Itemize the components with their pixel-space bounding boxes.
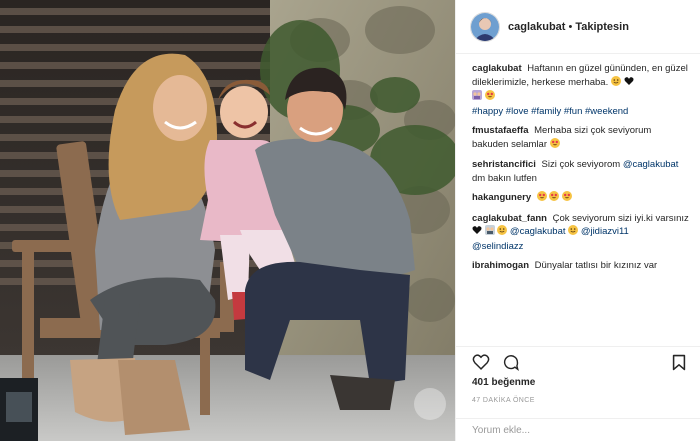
follow-status-button[interactable]: Takiptesin [575, 21, 629, 33]
smile-emoji-icon [497, 225, 508, 240]
comment: ibrahimogan Dünyalar tatlısı bir kızınız… [472, 259, 690, 273]
add-comment-bar [456, 418, 700, 442]
comment-username[interactable]: caglakubat [472, 63, 522, 74]
comment-text-continued: dm bakın lutfen [472, 172, 537, 184]
caption-hashtags[interactable]: #happy #love #family #fun #weekend [472, 106, 628, 117]
comment-mention[interactable]: @caglakubat [623, 159, 679, 170]
comment: fmustafaeffa Merhaba sizi çok seviyorum … [472, 124, 690, 152]
heart-eyes-emoji-icon [562, 191, 573, 206]
comment-username[interactable]: fmustafaeffa [472, 125, 529, 136]
comment-username[interactable]: hakangunery [472, 192, 531, 203]
comment-mention[interactable]: @jidiazvi11 [581, 226, 629, 237]
comment-mention[interactable]: @caglakubat [510, 226, 566, 237]
black-heart-emoji-icon [472, 225, 482, 240]
smile-emoji-icon [610, 75, 621, 91]
post-timestamp: 47 DAKİKA ÖNCE [472, 397, 535, 404]
instagram-post: caglakubat • Takiptesin caglakubat Hafta… [0, 0, 700, 442]
smile-emoji-icon [568, 225, 579, 240]
comment-mention[interactable]: @selindiazz [472, 241, 523, 252]
family-photo-illustration [0, 0, 455, 441]
family-emoji-icon [472, 90, 482, 105]
comment-username[interactable]: sehristancifici [472, 159, 536, 170]
comment-bubble-icon[interactable] [502, 354, 520, 376]
comment-username[interactable]: caglakubat_fann [472, 213, 547, 224]
comment-text: Çok seviyorum sizi iyi.ki varsınız [552, 212, 689, 224]
black-heart-emoji-icon [624, 76, 634, 91]
comment: sehristancifici Sizi çok seviyorom @cagl… [472, 158, 690, 185]
post-sidebar: caglakubat • Takiptesin caglakubat Hafta… [455, 0, 700, 442]
heart-icon[interactable] [472, 354, 490, 375]
comment-text: Dünyalar tatlısı bir kızınız var [534, 260, 658, 271]
heart-eyes-emoji-icon [536, 191, 547, 206]
bookmark-icon[interactable] [672, 354, 686, 376]
comment-text: Sizi çok seviyorom [541, 159, 621, 170]
family-emoji-icon [484, 225, 495, 240]
comment: hakangunery [472, 191, 690, 206]
post-photo[interactable] [0, 0, 455, 441]
heart-eyes-emoji-icon [549, 137, 560, 153]
add-comment-input[interactable] [456, 419, 688, 442]
heart-eyes-emoji-icon [484, 90, 495, 105]
post-actions [456, 346, 700, 374]
comment: caglakubat_fann Çok seviyorum sizi iyi.k… [472, 212, 690, 254]
profile-avatar-icon[interactable] [470, 11, 500, 42]
heart-eyes-emoji-icon [549, 191, 560, 206]
comment-username[interactable]: ibrahimogan [472, 260, 529, 271]
post-header: caglakubat • Takiptesin [456, 0, 700, 54]
comments-list: caglakubat Haftanın en güzel gününden, e… [456, 54, 700, 342]
likes-count[interactable]: 401 beğenme [472, 377, 535, 388]
header-username[interactable]: caglakubat [508, 21, 565, 33]
header-separator: • [568, 20, 573, 33]
caption: caglakubat Haftanın en güzel gününden, e… [472, 62, 690, 118]
